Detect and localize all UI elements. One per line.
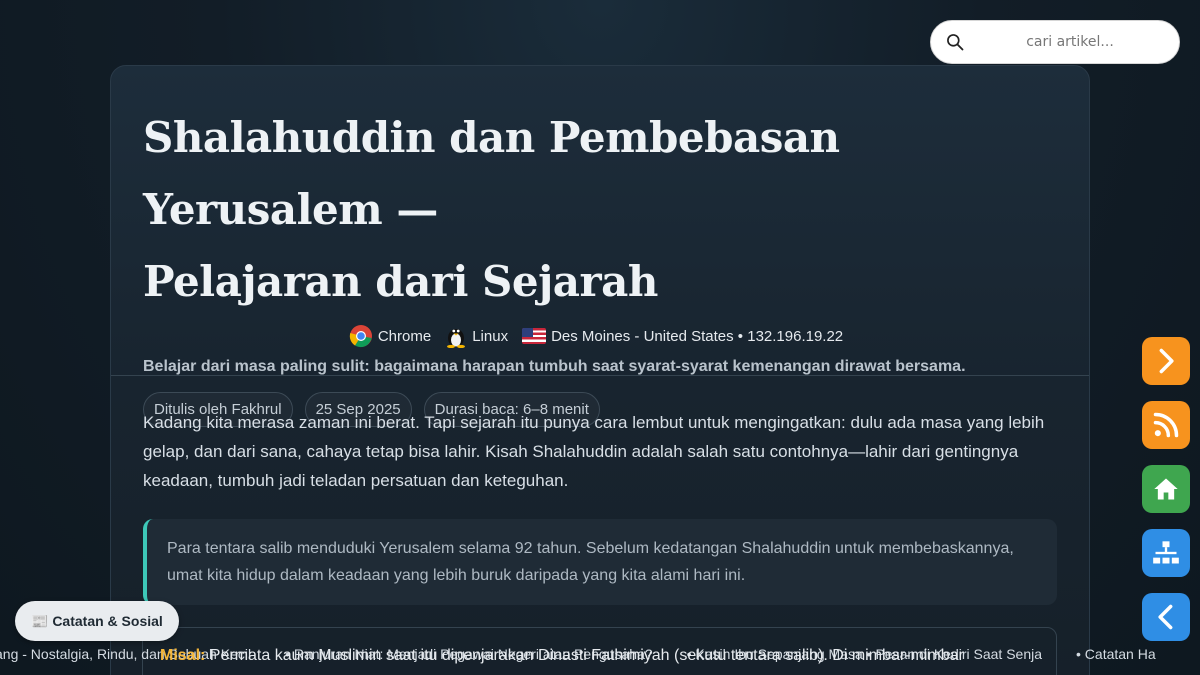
- title-line-2: Pelajaran dari Sejarah: [143, 257, 658, 306]
- chrome-icon: [349, 325, 372, 348]
- rss-button[interactable]: [1142, 401, 1190, 449]
- category-badge[interactable]: 📰 Catatan & Sosial: [15, 601, 179, 641]
- linux-tux-icon: [447, 329, 466, 348]
- article-card: Shalahuddin dan Pembebasan Yerusalem — P…: [110, 65, 1090, 675]
- previous-button[interactable]: [1142, 593, 1190, 641]
- article-subtitle: Belajar dari masa paling sulit: bagaiman…: [143, 358, 966, 375]
- location-label: Des Moines - United States • 132.196.19.…: [551, 327, 844, 345]
- quote-block: Para tentara salib menduduki Yerusalem s…: [143, 519, 1057, 605]
- article-header: Shalahuddin dan Pembebasan Yerusalem — P…: [111, 66, 1089, 427]
- search-input[interactable]: [975, 34, 1165, 50]
- os-label: Linux: [472, 327, 509, 345]
- intro-paragraph: Kadang kita merasa zaman ini berat. Tapi…: [143, 413, 1045, 490]
- example-label: Misal:: [160, 647, 206, 664]
- os-info: Linux: [445, 324, 508, 348]
- us-flag-icon: [522, 328, 547, 344]
- next-button[interactable]: [1142, 337, 1190, 385]
- title-line-1: Shalahuddin dan Pembebasan Yerusalem —: [143, 113, 840, 234]
- chevron-left-icon: [1158, 604, 1173, 630]
- search-icon[interactable]: [945, 32, 965, 52]
- article-body: Kadang kita merasa zaman ini berat. Tapi…: [111, 376, 1089, 605]
- visitor-meta: Chrome Linux Des Moines - United States …: [143, 324, 1057, 348]
- home-button[interactable]: [1142, 465, 1190, 513]
- chevron-right-icon: [1159, 348, 1174, 374]
- ticker-item[interactable]: • Catatan Ha: [1076, 646, 1156, 662]
- browser-label: Chrome: [377, 327, 432, 345]
- example-text: Misal: Permata kaum Muslimin saat itu di…: [160, 647, 964, 665]
- search-bar[interactable]: [930, 20, 1180, 64]
- sitemap-icon: [1153, 541, 1179, 564]
- browser-info: Chrome: [349, 324, 431, 348]
- location-info: Des Moines - United States • 132.196.19.…: [522, 328, 843, 345]
- page-title: Shalahuddin dan Pembebasan Yerusalem — P…: [143, 102, 1057, 318]
- news-ticker: ang - Nostalgia, Rindu, dan Sebuah Kecil…: [0, 640, 1200, 670]
- home-icon: [1154, 478, 1178, 500]
- rss-icon: [1153, 412, 1179, 438]
- sitemap-button[interactable]: [1142, 529, 1190, 577]
- category-label: 📰 Catatan & Sosial: [31, 612, 163, 629]
- example-body: Permata kaum Muslimin saat itu dipenjara…: [205, 647, 964, 664]
